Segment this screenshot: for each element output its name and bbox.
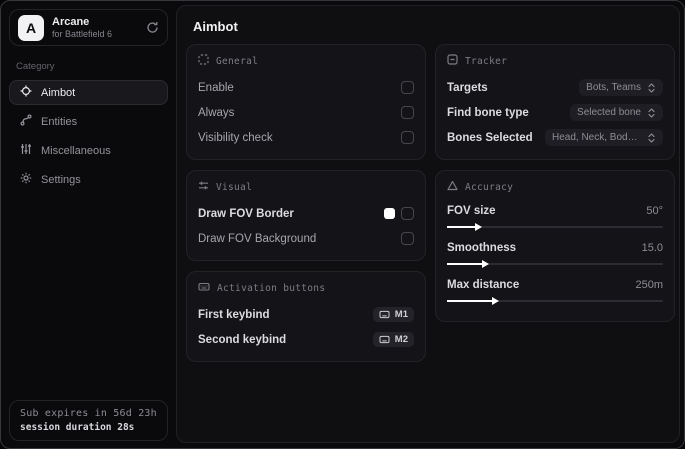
subscription-info: Sub expires in 56d 23h session duration … <box>9 400 168 441</box>
setting-row-bones-selected: Bones Selected Head, Neck, Body, Pe.. <box>447 125 663 150</box>
setting-label: Max distance <box>447 279 520 291</box>
category-label: Category <box>16 61 55 72</box>
card-title: Visual <box>216 181 253 193</box>
sidebar-item-settings[interactable]: Settings <box>9 167 168 192</box>
chevron-updown-icon <box>648 107 655 118</box>
targets-select[interactable]: Bots, Teams <box>579 79 663 96</box>
card-title: General <box>216 55 259 67</box>
fov-size-value: 50° <box>646 205 663 217</box>
smoothness-setting: Smoothness 15.0 <box>447 238 663 268</box>
setting-label: FOV size <box>447 205 496 217</box>
tracker-icon <box>447 54 458 68</box>
sidebar-item-label: Miscellaneous <box>41 144 111 157</box>
card-title: Accuracy <box>465 181 514 193</box>
visual-icon <box>198 180 209 194</box>
chevron-updown-icon <box>648 82 655 93</box>
fov-border-color-swatch[interactable] <box>384 208 395 219</box>
app-logo: A <box>18 14 44 41</box>
keyboard-icon <box>379 335 390 344</box>
accuracy-icon <box>447 180 458 194</box>
keyboard-icon <box>198 281 210 295</box>
setting-label: Find bone type <box>447 106 529 119</box>
entities-icon <box>20 114 32 129</box>
draw-fov-background-checkbox[interactable] <box>401 232 414 245</box>
page-title: Aimbot <box>193 19 238 34</box>
sliders-icon <box>20 143 32 158</box>
activation-buttons-card: Activation buttons First keybind M1 Seco… <box>186 271 426 362</box>
setting-row-find-bone-type: Find bone type Selected bone <box>447 100 663 125</box>
max-distance-setting: Max distance 250m <box>447 275 663 305</box>
setting-label: Second keybind <box>198 333 287 346</box>
app-name: Arcane <box>52 16 90 28</box>
draw-fov-border-checkbox[interactable] <box>401 207 414 220</box>
sidebar-item-aimbot[interactable]: Aimbot <box>9 80 168 105</box>
card-title: Tracker <box>465 55 508 67</box>
tracker-card: Tracker Targets Bots, Teams Find bone ty… <box>435 44 675 160</box>
setting-label: Always <box>198 106 235 119</box>
setting-row-targets: Targets Bots, Teams <box>447 75 663 100</box>
setting-row-always: Always <box>198 100 414 125</box>
session-duration-text: session duration 28s <box>20 422 135 433</box>
accuracy-card: Accuracy FOV size 50° Smoothness 15.0 Ma… <box>435 170 675 322</box>
main-panel: Aimbot General Enable Always Visibility … <box>176 5 680 443</box>
setting-label: Draw FOV Background <box>198 232 317 245</box>
setting-label: Draw FOV Border <box>198 207 294 220</box>
card-title: Activation buttons <box>217 282 326 294</box>
visual-card: Visual Draw FOV Border Draw FOV Backgrou… <box>186 170 426 261</box>
setting-row-draw-fov-background: Draw FOV Background <box>198 226 414 251</box>
setting-row-enable: Enable <box>198 75 414 100</box>
smoothness-slider[interactable] <box>447 259 663 268</box>
fov-size-setting: FOV size 50° <box>447 201 663 231</box>
setting-label: Enable <box>198 81 234 94</box>
second-keybind-button[interactable]: M2 <box>372 332 414 347</box>
chevron-updown-icon <box>648 132 655 143</box>
setting-row-visibility-check: Visibility check <box>198 125 414 150</box>
always-checkbox[interactable] <box>401 106 414 119</box>
max-distance-value: 250m <box>635 279 663 291</box>
setting-label: Visibility check <box>198 131 273 144</box>
gear-icon <box>20 172 32 187</box>
keyboard-icon <box>379 310 390 319</box>
visibility-check-checkbox[interactable] <box>401 131 414 144</box>
crosshair-icon <box>20 85 32 100</box>
general-card: General Enable Always Visibility check <box>186 44 426 160</box>
max-distance-slider[interactable] <box>447 296 663 305</box>
sidebar: A Arcane for Battlefield 6 Category Aimb… <box>1 1 176 448</box>
setting-row-second-keybind: Second keybind M2 <box>198 327 414 352</box>
first-keybind-button[interactable]: M1 <box>372 307 414 322</box>
general-icon <box>198 54 209 68</box>
setting-row-draw-fov-border: Draw FOV Border <box>198 201 414 226</box>
sidebar-item-label: Settings <box>41 173 81 186</box>
find-bone-type-select[interactable]: Selected bone <box>570 104 663 121</box>
sidebar-item-label: Aimbot <box>41 86 76 99</box>
setting-row-first-keybind: First keybind M1 <box>198 302 414 327</box>
sidebar-item-entities[interactable]: Entities <box>9 109 168 134</box>
setting-label: Bones Selected <box>447 131 533 144</box>
bones-selected-select[interactable]: Head, Neck, Body, Pe.. <box>545 129 663 146</box>
sidebar-item-miscellaneous[interactable]: Miscellaneous <box>9 138 168 163</box>
setting-label: Targets <box>447 81 488 94</box>
sync-icon[interactable] <box>146 21 159 34</box>
app-header: A Arcane for Battlefield 6 <box>9 9 168 46</box>
enable-checkbox[interactable] <box>401 81 414 94</box>
app-window: A Arcane for Battlefield 6 Category Aimb… <box>0 0 685 449</box>
fov-size-slider[interactable] <box>447 222 663 231</box>
sub-expiry-text: Sub expires in 56d 23h <box>20 408 157 419</box>
setting-label: First keybind <box>198 308 270 321</box>
sidebar-item-label: Entities <box>41 115 78 128</box>
setting-label: Smoothness <box>447 242 517 254</box>
smoothness-value: 15.0 <box>641 242 663 254</box>
app-subtitle: for Battlefield 6 <box>52 28 113 39</box>
